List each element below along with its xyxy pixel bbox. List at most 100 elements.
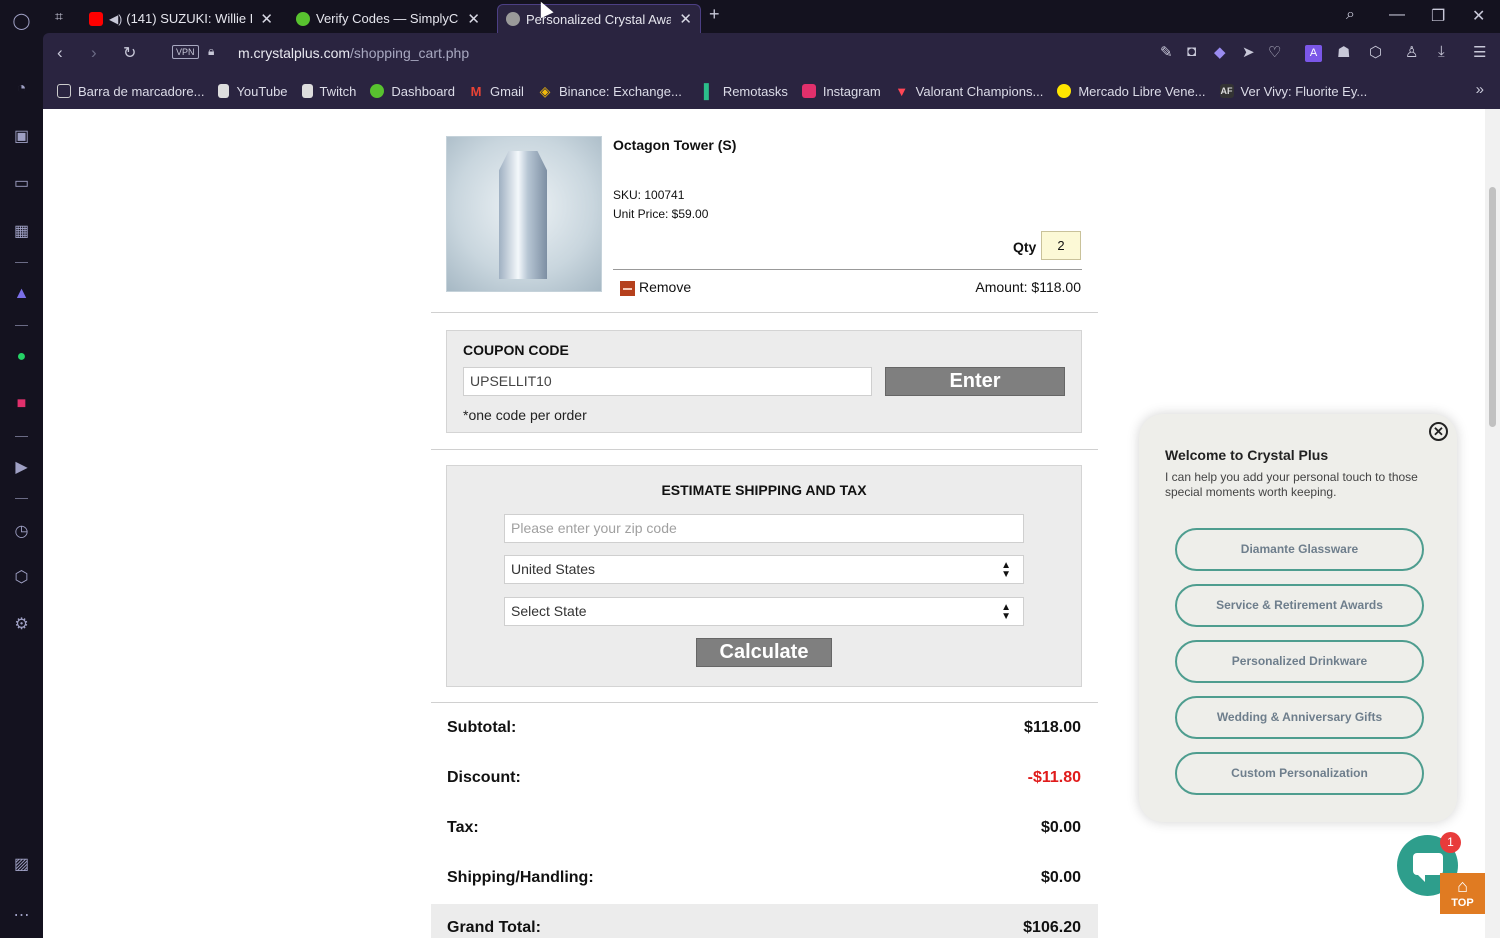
chat-option[interactable]: Diamante Glassware	[1175, 528, 1424, 571]
tab-crystalplus[interactable]: Personalized Crystal Award ✕	[497, 4, 701, 33]
snapshot-edit-icon[interactable]: ✎	[1160, 43, 1173, 61]
chat-option[interactable]: Service & Retirement Awards	[1175, 584, 1424, 627]
forward-arrow-icon[interactable]: ›	[91, 43, 97, 63]
close-tab-icon[interactable]: ✕	[467, 10, 480, 28]
bookmark-valorant[interactable]: ▼ Valorant Champions...	[895, 84, 1043, 99]
shield-icon[interactable]: ◆	[1214, 43, 1226, 61]
extensions-icon[interactable]: ⬡	[10, 565, 33, 588]
more-bookmarks-icon[interactable]: »	[1476, 81, 1484, 98]
easy-setup-icon[interactable]: ☰	[1473, 43, 1486, 61]
history-icon[interactable]: ◷	[10, 519, 33, 542]
search-tabs-icon[interactable]: ⌕	[1346, 6, 1355, 24]
instagram-icon[interactable]: ■	[10, 392, 33, 415]
total-value: $118.00	[1024, 719, 1081, 736]
aria-extension-icon[interactable]: A	[1305, 45, 1322, 62]
line-amount: Amount: $118.00	[975, 279, 1081, 295]
tab-title: Verify Codes — SimplyCod	[316, 11, 460, 26]
close-window-icon[interactable]: ✕	[1472, 6, 1485, 26]
calculate-button[interactable]: Calculate	[696, 638, 832, 667]
state-value: Select State	[511, 603, 587, 619]
restore-icon[interactable]: ❐	[1431, 6, 1445, 26]
divider	[613, 269, 1082, 270]
chat-option[interactable]: Personalized Drinkware	[1175, 640, 1424, 683]
back-arrow-icon[interactable]: ‹	[57, 43, 63, 63]
bookmark-dashboard[interactable]: Dashboard	[370, 84, 455, 99]
qty-label: Qty	[1013, 239, 1037, 255]
bookmark-mercadolibre[interactable]: Mercado Libre Vene...	[1057, 84, 1206, 99]
close-tab-icon[interactable]: ✕	[260, 10, 273, 28]
qty-input[interactable]	[1041, 231, 1081, 260]
speed-dial-icon[interactable]: ◔	[10, 77, 33, 100]
bookmark-folder[interactable]: Barra de marcadore...	[57, 84, 204, 99]
remove-icon[interactable]	[620, 281, 635, 296]
bookmark-vervivy[interactable]: AF Ver Vivy: Fluorite Ey...	[1219, 84, 1367, 99]
coupon-input[interactable]: UPSELLIT10	[463, 367, 872, 396]
twitch-icon[interactable]: ▭	[10, 171, 33, 194]
sidebar-divider	[15, 436, 28, 437]
lock-icon[interactable]: 🔒︎	[208, 44, 214, 59]
bookmark-label: Instagram	[822, 83, 881, 99]
folder-icon	[57, 84, 71, 98]
settings-gear-icon[interactable]: ⚙	[10, 612, 33, 635]
bookmark-instagram[interactable]: Instagram	[801, 83, 881, 99]
more-icon[interactable]: ⋯	[10, 903, 33, 926]
chat-option[interactable]: Wedding & Anniversary Gifts	[1175, 696, 1424, 739]
whatsapp-icon[interactable]: ●	[10, 345, 33, 368]
tab-simplycodes[interactable]: Verify Codes — SimplyCod ✕	[288, 4, 488, 33]
new-tab-plus-icon[interactable]: +	[709, 4, 720, 25]
speaker-icon[interactable]: ◀)	[109, 12, 122, 26]
heart-icon[interactable]: ♡	[1268, 43, 1281, 61]
aria-icon[interactable]: ▲	[10, 282, 33, 305]
send-icon[interactable]: ➤	[1242, 43, 1255, 61]
page-scrollbar[interactable]	[1485, 109, 1500, 938]
back-to-top-button[interactable]: ⌂ TOP	[1440, 873, 1485, 914]
close-icon[interactable]: ✕	[1429, 422, 1448, 441]
bookmark-gmail[interactable]: M Gmail	[469, 84, 524, 99]
remove-link[interactable]: Remove	[639, 279, 691, 295]
product-sku: SKU: 100741	[613, 188, 685, 202]
bookmark-label: Barra de marcadore...	[78, 83, 205, 99]
shipping-row: Shipping/Handling: $0.00	[447, 869, 1081, 887]
product-name[interactable]: Octagon Tower (S)	[613, 137, 736, 153]
coupon-enter-button[interactable]: Enter	[885, 367, 1065, 396]
crystalplus-favicon-icon	[506, 12, 520, 26]
cube-extension-icon[interactable]: ⬡	[1369, 43, 1382, 61]
select-arrows-icon: ▲ ▼	[1001, 602, 1011, 622]
camera-icon[interactable]: ◘	[1187, 43, 1196, 60]
scrollbar-thumb[interactable]	[1489, 187, 1496, 427]
gamepad-icon[interactable]: ⌗	[55, 8, 63, 25]
reload-icon[interactable]: ↻	[123, 43, 136, 63]
minimize-icon[interactable]: —	[1389, 6, 1405, 24]
state-select[interactable]: Select State ▲ ▼	[504, 597, 1024, 626]
vpn-badge[interactable]: VPN	[172, 45, 199, 59]
product-image[interactable]	[446, 136, 602, 292]
shopping-icon[interactable]: ▣	[10, 124, 33, 147]
sidebar-divider	[15, 498, 28, 499]
profile-icon[interactable]: ♙	[1405, 43, 1418, 61]
coupon-note: *one code per order	[463, 407, 587, 423]
bookmark-remotasks[interactable]: ▌ Remotasks	[702, 83, 788, 99]
grand-total-row: Grand Total: $106.20	[447, 919, 1081, 937]
close-tab-icon[interactable]: ✕	[679, 10, 692, 28]
product-unit-price: Unit Price: $59.00	[613, 207, 709, 221]
total-label: Tax:	[447, 819, 479, 836]
player-icon[interactable]: ▶	[10, 455, 33, 478]
binance-icon: ◈	[539, 82, 551, 99]
page-icon	[218, 84, 230, 98]
total-value: $106.20	[1023, 919, 1081, 936]
total-label: Discount:	[447, 769, 521, 786]
tab-youtube[interactable]: ◀) (141) SUZUKI: Willie De ✕	[81, 4, 281, 33]
opera-logo-icon[interactable]: ◯	[10, 9, 33, 32]
chat-option[interactable]: Custom Personalization	[1175, 752, 1424, 795]
bookmark-binance[interactable]: ◈ Binance: Exchange...	[538, 82, 682, 99]
bookmark-twitch[interactable]: Twitch	[301, 84, 356, 99]
robot-extension-icon[interactable]: ☗	[1337, 43, 1350, 61]
ai-icon[interactable]: ▦	[10, 219, 33, 242]
country-select[interactable]: United States ▲ ▼	[504, 555, 1024, 584]
remotasks-icon: ▌	[703, 83, 714, 99]
zip-code-input[interactable]: Please enter your zip code	[504, 514, 1024, 543]
url-field[interactable]: m.crystalplus.com/shopping_cart.php	[238, 45, 469, 61]
gallery-icon[interactable]: ▨	[10, 852, 33, 875]
bookmark-youtube[interactable]: YouTube	[218, 84, 288, 99]
download-icon[interactable]: ⤓	[1438, 43, 1445, 60]
